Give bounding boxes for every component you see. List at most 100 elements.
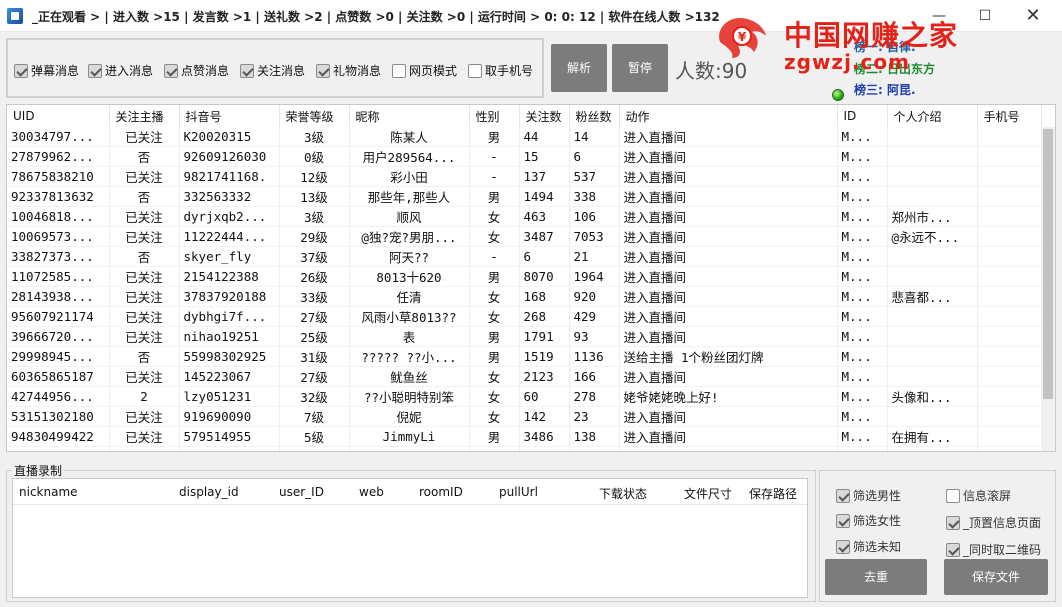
maximize-button[interactable]: ☐ (962, 0, 1008, 32)
table-cell: 在拥有... (887, 426, 978, 447)
checkbox-icon[interactable] (240, 63, 254, 78)
checkbox-icon[interactable] (392, 63, 406, 78)
column-header[interactable]: ID (837, 105, 888, 127)
table-cell: M... (837, 127, 888, 147)
table-row[interactable]: 53151302180 已关注 919690090 7级 倪妮女 142 23 进入直播间 M.… (7, 406, 1042, 427)
filter-male[interactable]: 筛选男性 (836, 487, 901, 504)
checkbox-icon[interactable] (316, 63, 330, 78)
vertical-scrollbar[interactable] (1041, 127, 1055, 451)
column-header[interactable]: 昵称 (349, 105, 470, 127)
column-header[interactable]: 粉丝数 (569, 105, 620, 127)
record-col-web[interactable]: web (359, 485, 384, 499)
column-header[interactable]: 性别 (469, 105, 520, 127)
table-cell: 33级 (279, 286, 350, 307)
table-cell: 进入直播间 (619, 426, 838, 447)
checkbox-icon[interactable] (468, 63, 482, 78)
pause-button[interactable]: 暂停 (612, 44, 668, 92)
option-gift[interactable]: 礼物消息 (316, 62, 381, 79)
table-row[interactable]: 27879962... 否 92609126030 0级 用户289564... -15 6… (7, 146, 1042, 167)
option-follow[interactable]: 关注消息 (240, 62, 305, 79)
option-phone[interactable]: 取手机号 (468, 62, 533, 79)
column-header[interactable]: 关注主播 (109, 105, 180, 127)
dedup-button[interactable]: 去重 (825, 559, 927, 595)
table-row[interactable]: 94830499422 已关注 579514955 5级 JimmyLi 男 3486 138… (7, 426, 1042, 447)
record-col-download-status[interactable]: 下载状态 (599, 485, 647, 502)
column-header[interactable]: 个人介绍 (887, 105, 978, 127)
filter-info-scroll[interactable]: 信息滚屏 (946, 487, 1011, 504)
checkbox-icon[interactable] (88, 63, 102, 78)
record-col-pull-url[interactable]: pullUrl (499, 485, 538, 499)
column-header[interactable]: 抖音号 (179, 105, 280, 127)
table-row[interactable]: 78675838210 已关注 9821741168. 12级 彩小田 -137 537 进入… (7, 166, 1042, 187)
table-cell (977, 306, 1042, 327)
record-col-file-size[interactable]: 文件尺寸 (684, 485, 732, 502)
table-row[interactable]: 28143938... 已关注 37837920188 33级 任清女 168 920 进入直… (7, 286, 1042, 307)
table-cell: 进入直播间 (619, 266, 838, 287)
table-cell: 168 (519, 286, 570, 307)
viewer-grid: UID 关注主播 抖音号 荣誉等级 昵称 性别 关注数 粉丝数 动作 ID 个人介绍 手机号 3003… (7, 105, 1042, 451)
filter-unknown[interactable]: 筛选未知 (836, 538, 901, 555)
table-cell: 郑州市... (887, 206, 978, 227)
record-col-room-id[interactable]: roomID (419, 485, 463, 499)
table-cell (977, 426, 1042, 447)
checkbox-icon[interactable] (164, 63, 178, 78)
checkbox-icon[interactable] (946, 542, 960, 557)
column-header[interactable]: 手机号 (977, 105, 1042, 127)
record-col-display-id[interactable]: display_id (179, 485, 239, 499)
minimize-button[interactable]: — (916, 0, 962, 32)
table-row[interactable]: 10046818... 已关注 dyrjxqb2... 3级 顺风女 463 106 进入直播… (7, 206, 1042, 227)
filter-qrcode[interactable]: _同时取二维码 (946, 541, 1041, 558)
parse-button[interactable]: 解析 (551, 44, 607, 92)
table-cell: 28143938... (7, 286, 110, 307)
column-header[interactable]: UID (7, 105, 110, 127)
table-row[interactable]: 30034797... 已关注 K20020315 3级 陈某人男 44 14 进入直播间 M.… (7, 127, 1042, 147)
table-row[interactable]: 92337813632 否 332563332 13级 那些年,那些人男 1494 338 进… (7, 186, 1042, 207)
table-cell: 否 (109, 446, 180, 451)
table-cell: 男 (469, 426, 520, 447)
table-cell: 142 (519, 406, 570, 427)
table-cell: - (469, 166, 520, 187)
filter-pin-info[interactable]: _顶置信息页面 (946, 514, 1041, 531)
table-cell: 0级 (279, 146, 350, 167)
app-icon (7, 8, 23, 24)
checkbox-icon[interactable] (836, 488, 850, 503)
option-web-mode[interactable]: 网页模式 (392, 62, 457, 79)
record-col-user-id[interactable]: user_ID (279, 485, 324, 499)
option-danmu[interactable]: 弹幕消息 (14, 62, 79, 79)
table-cell: 进入直播间 (619, 306, 838, 327)
table-row[interactable]: 75768576177否35281156614级_245325069男57516… (7, 446, 1042, 451)
viewer-table: UID 关注主播 抖音号 荣誉等级 昵称 性别 关注数 粉丝数 动作 ID 个人介绍 手机号 3003… (6, 104, 1056, 452)
checkbox-icon[interactable] (946, 488, 960, 503)
table-cell: 否 (109, 246, 180, 267)
table-row[interactable]: 60365865187 已关注 145223067 27级 鱿鱼丝女 2123 166 进入直… (7, 366, 1042, 387)
table-cell: 26级 (279, 266, 350, 287)
checkbox-icon[interactable] (14, 63, 28, 78)
table-row[interactable]: 10069573... 已关注 11222444... 29级 @独?宠?男朋... 女 3… (7, 226, 1042, 247)
checkbox-icon[interactable] (836, 539, 850, 554)
close-button[interactable]: ✕ (1010, 0, 1056, 32)
table-cell: 75768576177 (7, 446, 110, 451)
table-row[interactable]: 29998945... 否 55998302925 31级????? ??小... 男 1… (7, 346, 1042, 367)
table-cell: 920 (569, 286, 620, 307)
table-row[interactable]: 42744956... 2 lzy051231 32级 ??小聪明特别笨女 60 278 姥爷… (7, 386, 1042, 407)
scrollbar-thumb[interactable] (1043, 129, 1053, 399)
column-header[interactable]: 关注数 (519, 105, 570, 127)
table-cell: M... (837, 426, 888, 447)
filter-female[interactable]: 筛选女性 (836, 512, 901, 529)
checkbox-icon[interactable] (946, 515, 960, 530)
table-row[interactable]: 95607921174 已关注 dybhgi7f... 27级 风雨小草8013?? 女 2… (7, 306, 1042, 327)
rank-first: 榜一: 自律. (854, 40, 916, 54)
column-header[interactable]: 荣誉等级 (279, 105, 350, 127)
save-file-button[interactable]: 保存文件 (944, 559, 1048, 595)
table-cell: 44 (519, 127, 570, 147)
option-like[interactable]: 点赞消息 (164, 62, 229, 79)
table-cell: 6 (569, 146, 620, 167)
table-row[interactable]: 39666720... 已关注 nihao19251 25级表男 1791 93 进入直播间… (7, 326, 1042, 347)
record-col-nickname[interactable]: nickname (19, 485, 78, 499)
option-enter[interactable]: 进入消息 (88, 62, 153, 79)
table-row[interactable]: 33827373... 否 skyer_fly 37级 阿天?? -6 21 进入直播间 M..… (7, 246, 1042, 267)
table-row[interactable]: 11072585... 已关注 2154122388 26级 8013十620 男 8070… (7, 266, 1042, 287)
checkbox-icon[interactable] (836, 513, 850, 528)
record-col-save-path[interactable]: 保存路径 (749, 485, 797, 502)
column-header[interactable]: 动作 (619, 105, 838, 127)
